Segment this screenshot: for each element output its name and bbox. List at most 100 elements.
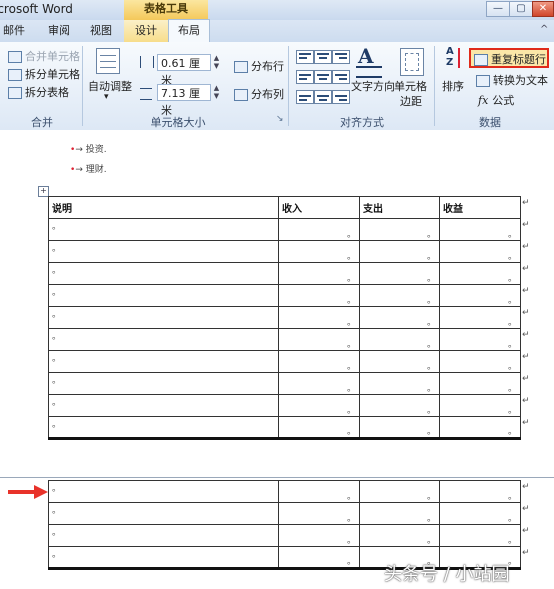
column-width-spinner[interactable]: ▲ ▼ xyxy=(212,84,221,101)
table-cell[interactable]: 。 xyxy=(359,502,440,525)
align-top-center-icon[interactable] xyxy=(314,50,332,64)
autofit-dropdown-icon[interactable]: ▾ xyxy=(104,92,109,102)
align-bottom-right-icon[interactable] xyxy=(332,90,350,104)
split-table-button[interactable]: 拆分表格 xyxy=(8,84,69,100)
table-cell[interactable]: 。 xyxy=(439,480,521,503)
table-cell[interactable]: 。 xyxy=(439,240,521,263)
table-cell[interactable]: 。 xyxy=(439,372,521,395)
table-cell[interactable]: 。 xyxy=(439,416,521,440)
spin-down-icon[interactable]: ▼ xyxy=(212,92,221,100)
table-cell[interactable]: 。 xyxy=(439,350,521,373)
table-cell[interactable]: 。 xyxy=(439,328,521,351)
table-cell[interactable]: 。 xyxy=(439,262,521,285)
header-cell-income[interactable]: 收入 xyxy=(278,196,360,219)
table-cell[interactable]: 。 xyxy=(439,524,521,547)
header-cell-profit[interactable]: 收益 xyxy=(439,196,521,219)
table-cell[interactable]: 。 xyxy=(439,306,521,329)
table-cell[interactable]: 。 xyxy=(359,350,440,373)
cell-margins-button-line2[interactable]: 边距 xyxy=(400,93,422,109)
table-cell[interactable]: 。 xyxy=(48,480,279,503)
table-cell[interactable]: 。 xyxy=(278,262,360,285)
table-cell[interactable]: 。 xyxy=(48,218,279,241)
merge-cells-button[interactable]: 合并单元格 xyxy=(8,48,80,64)
align-bottom-center-icon[interactable] xyxy=(314,90,332,104)
table-cell[interactable]: 。 xyxy=(439,394,521,417)
table-cell[interactable]: 。 xyxy=(278,306,360,329)
autofit-button[interactable]: 自动调整 xyxy=(88,78,132,94)
tab-layout[interactable]: 布局 xyxy=(168,19,210,42)
table-cell[interactable]: 。 xyxy=(48,262,279,285)
column-width-input[interactable]: 7.13 厘米 xyxy=(157,84,211,117)
table-cell[interactable]: 。 xyxy=(359,284,440,307)
close-button[interactable]: ✕ xyxy=(532,1,554,17)
table-cell[interactable]: 。 xyxy=(48,502,279,525)
table-cell[interactable]: 。 xyxy=(48,328,279,351)
table-cell[interactable]: 。 xyxy=(439,218,521,241)
table-cell[interactable]: 。 xyxy=(278,546,360,570)
table-cell[interactable]: 。 xyxy=(439,284,521,307)
align-top-right-icon[interactable] xyxy=(332,50,350,64)
table-cell[interactable]: 。 xyxy=(48,284,279,307)
convert-to-text-button[interactable]: 转换为文本 xyxy=(476,72,548,88)
table-cell[interactable]: 。 xyxy=(48,546,279,570)
row-end-mark: ↵ xyxy=(522,352,530,362)
maximize-button[interactable]: ▢ xyxy=(509,1,533,17)
distribute-rows-button[interactable]: 分布行 xyxy=(234,58,284,74)
table-cell[interactable]: 。 xyxy=(48,394,279,417)
table-cell[interactable]: 。 xyxy=(359,480,440,503)
table-cell[interactable]: 。 xyxy=(278,394,360,417)
split-cells-button[interactable]: 拆分单元格 xyxy=(8,66,80,82)
table-cell[interactable]: 。 xyxy=(359,524,440,547)
ribbon-collapse-icon[interactable]: ^ xyxy=(540,24,548,35)
formula-button[interactable]: fx 公式 xyxy=(478,92,514,108)
repeat-header-rows-button[interactable]: 重复标题行 xyxy=(474,51,546,67)
table-cell[interactable]: 。 xyxy=(278,284,360,307)
table-cell[interactable]: 。 xyxy=(439,502,521,525)
cell-margins-button[interactable]: 单元格 xyxy=(394,78,427,94)
row-height-spinner[interactable]: ▲ ▼ xyxy=(212,54,221,71)
table-cell[interactable]: 。 xyxy=(48,416,279,440)
table-cell[interactable]: 。 xyxy=(359,218,440,241)
table-cell[interactable]: 。 xyxy=(278,240,360,263)
table-cell[interactable]: 。 xyxy=(359,240,440,263)
table-cell[interactable]: 。 xyxy=(278,524,360,547)
table-cell[interactable]: 。 xyxy=(278,372,360,395)
table-cell[interactable]: 。 xyxy=(359,372,440,395)
table-cell[interactable]: 。 xyxy=(278,416,360,440)
tab-view[interactable]: 视图 xyxy=(86,20,116,42)
header-cell-description[interactable]: 说明 xyxy=(48,196,279,219)
table-cell[interactable]: 。 xyxy=(359,262,440,285)
table-cell[interactable]: 。 xyxy=(48,240,279,263)
table-cell[interactable]: 。 xyxy=(359,306,440,329)
table-cell[interactable]: 。 xyxy=(48,306,279,329)
table-cell[interactable]: 。 xyxy=(48,350,279,373)
row-height-input[interactable]: 0.61 厘米 xyxy=(157,54,211,87)
cell-size-launcher-icon[interactable]: ↘ xyxy=(276,114,284,124)
align-bottom-left-icon[interactable] xyxy=(296,90,314,104)
minimize-button[interactable]: — xyxy=(486,1,510,17)
align-middle-center-icon[interactable] xyxy=(314,70,332,84)
spin-up-icon[interactable]: ▲ xyxy=(212,54,221,62)
header-cell-expense[interactable]: 支出 xyxy=(359,196,440,219)
tab-design[interactable]: 设计 xyxy=(124,20,168,42)
table-cell[interactable]: 。 xyxy=(278,502,360,525)
table-cell[interactable]: 。 xyxy=(359,328,440,351)
table-cell[interactable]: 。 xyxy=(359,416,440,440)
tab-mailings[interactable]: 邮件 xyxy=(0,20,28,42)
table-cell[interactable]: 。 xyxy=(48,372,279,395)
table-cell[interactable]: 。 xyxy=(48,524,279,547)
table-cell[interactable]: 。 xyxy=(359,394,440,417)
table-cell[interactable]: 。 xyxy=(278,480,360,503)
sort-button[interactable]: 排序 xyxy=(442,78,464,94)
tab-review[interactable]: 审阅 xyxy=(44,20,74,42)
align-middle-right-icon[interactable] xyxy=(332,70,350,84)
spin-down-icon[interactable]: ▼ xyxy=(212,62,221,70)
align-middle-left-icon[interactable] xyxy=(296,70,314,84)
spin-up-icon[interactable]: ▲ xyxy=(212,84,221,92)
table-cell[interactable]: 。 xyxy=(278,350,360,373)
distribute-columns-button[interactable]: 分布列 xyxy=(234,86,284,102)
table-cell[interactable]: 。 xyxy=(278,218,360,241)
align-top-left-icon[interactable] xyxy=(296,50,314,64)
text-direction-button[interactable]: 文字方向 xyxy=(351,78,395,94)
table-cell[interactable]: 。 xyxy=(278,328,360,351)
